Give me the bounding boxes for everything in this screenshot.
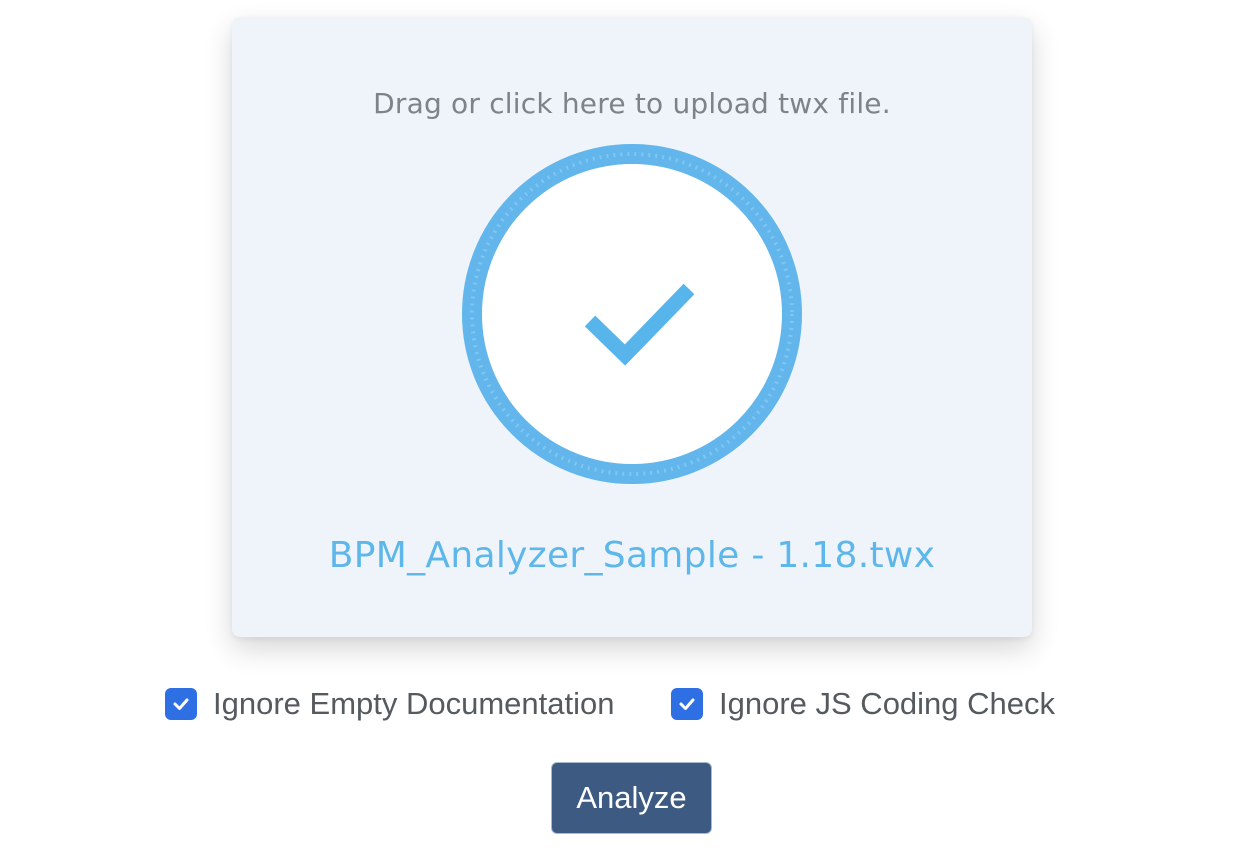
check-circle-icon [462,144,802,484]
upload-prompt: Drag or click here to upload twx file. [373,87,891,120]
ignore-empty-documentation-checkbox[interactable] [165,688,197,720]
ignore-js-coding-check-option[interactable]: Ignore JS Coding Check [671,684,1055,724]
ignore-js-coding-check-label: Ignore JS Coding Check [719,686,1056,721]
ignore-empty-documentation-label: Ignore Empty Documentation [213,686,615,721]
ignore-js-coding-check-checkbox[interactable] [671,688,703,720]
analysis-options: Ignore Empty Documentation Ignore JS Cod… [0,684,1252,724]
checkmark-icon [679,698,695,710]
checkmark-icon [173,698,189,710]
uploaded-filename: BPM_Analyzer_Sample - 1.18.twx [328,535,936,576]
upload-page: Drag or click here to upload twx file. B… [0,0,1252,862]
analyze-button[interactable]: Analyze [551,762,712,834]
upload-dropzone[interactable]: Drag or click here to upload twx file. B… [232,17,1032,637]
ignore-empty-documentation-option[interactable]: Ignore Empty Documentation [165,684,615,724]
